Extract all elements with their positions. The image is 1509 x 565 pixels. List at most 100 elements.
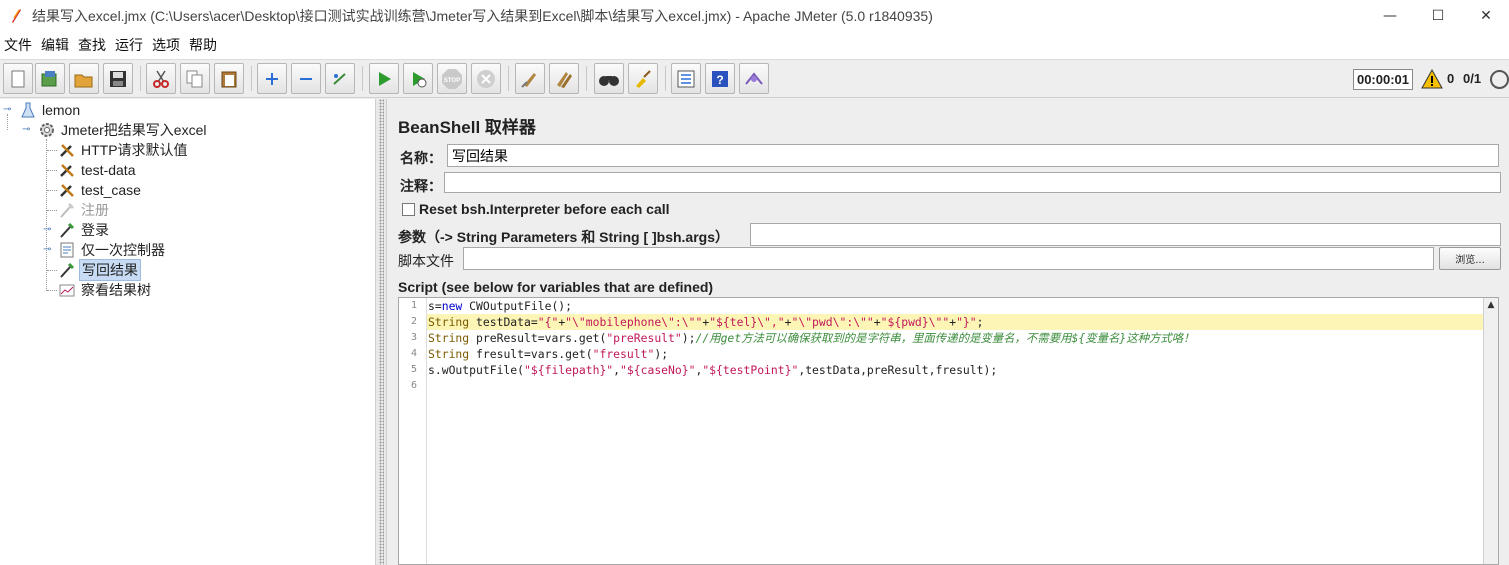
chart-icon [58, 281, 76, 299]
remote-status-icon [1490, 70, 1509, 89]
tree-node-label: 察看结果树 [81, 282, 151, 298]
minimize-button[interactable]: — [1367, 0, 1413, 31]
cut-icon[interactable] [146, 63, 176, 94]
collapse-toggle[interactable]: ⊸ [3, 105, 13, 115]
start-no-timers-icon[interactable] [403, 63, 433, 94]
script-label: Script (see below for variables that are… [398, 279, 714, 295]
wrench-icon [58, 161, 76, 179]
maximize-button[interactable]: ☐ [1415, 0, 1461, 31]
paste-icon[interactable] [214, 63, 244, 94]
wrench-icon [58, 181, 76, 199]
line-number: 3 [410, 332, 417, 343]
reset-interpreter-label: Reset bsh.Interpreter before each call [419, 201, 670, 217]
code-line: String fresult=vars.get("fresult"); [428, 347, 669, 361]
help-icon[interactable]: ? [705, 63, 735, 94]
line-number: 5 [410, 364, 417, 375]
templates-icon[interactable] [35, 63, 65, 94]
code-line: s=new CWOutputFile(); [428, 299, 573, 313]
svg-text:?: ? [716, 73, 723, 87]
toolbar: STOP ? 00:00:01 0 0/1 [0, 59, 1509, 98]
line-number: 4 [410, 348, 417, 359]
editor-scrollbar[interactable]: ▲ [1483, 298, 1498, 564]
tree-node-test-plan[interactable]: lemon [19, 100, 82, 120]
start-icon[interactable] [369, 63, 399, 94]
menu-edit[interactable]: 编辑 [37, 35, 74, 55]
tree-node-label: Jmeter把结果写入excel [61, 122, 207, 138]
script-editor[interactable]: 1 2 3 4 5 6 s=new CWOutputFile(); String… [398, 297, 1499, 565]
menu-options[interactable]: 选项 [148, 35, 185, 55]
tree-node-label: lemon [42, 102, 81, 118]
expand-toggle[interactable]: ⊸ [43, 245, 53, 255]
controller-icon [58, 241, 76, 259]
window-title: 结果写入excel.jmx (C:\Users\acer\Desktop\接口测… [32, 7, 933, 24]
panel-splitter[interactable] [375, 99, 387, 565]
save-icon[interactable] [103, 63, 133, 94]
comment-label: 注释： [400, 178, 442, 194]
clear-icon[interactable] [515, 63, 545, 94]
reset-interpreter-checkbox[interactable] [402, 203, 415, 216]
line-number-gutter: 1 2 3 4 5 6 [399, 298, 427, 564]
search-icon[interactable] [594, 63, 624, 94]
tree-node-view-results-tree[interactable]: 察看结果树 [58, 280, 153, 300]
elapsed-timer: 00:00:01 [1353, 69, 1413, 90]
name-label: 名称： [400, 150, 442, 166]
tree-node-label: test_case [81, 182, 141, 198]
tree-node-thread-group[interactable]: Jmeter把结果写入excel [38, 120, 208, 140]
tree-node-test-data[interactable]: test-data [58, 160, 137, 180]
script-file-input[interactable] [463, 247, 1434, 270]
page-title: BeanShell 取样器 [398, 118, 536, 137]
code-line-current: String testData="{"+"\"mobilephone\":\""… [427, 314, 1487, 330]
clear-all-icon[interactable] [549, 63, 579, 94]
menu-search[interactable]: 查找 [74, 35, 111, 55]
close-button[interactable]: ✕ [1463, 0, 1509, 31]
parameters-label: 参数（-> String Parameters 和 String [ ]bsh.… [398, 229, 730, 245]
reset-search-icon[interactable] [628, 63, 658, 94]
code-line: String preResult=vars.get("preResult");/… [428, 331, 1195, 345]
menu-help[interactable]: 帮助 [185, 35, 222, 55]
tree-node-once-only-controller[interactable]: 仅一次控制器 [58, 240, 167, 260]
scroll-up-icon[interactable]: ▲ [1486, 300, 1496, 310]
beanshell-sampler-panel: BeanShell 取样器 名称： 注释： Reset bsh.Interpre… [387, 99, 1509, 565]
remote-icon[interactable] [739, 63, 769, 94]
pipette-icon [58, 221, 76, 239]
expand-icon[interactable] [257, 63, 287, 94]
tree-node-register[interactable]: 注册 [58, 200, 111, 220]
pipette-icon [58, 201, 76, 219]
shutdown-icon[interactable] [471, 63, 501, 94]
browse-button[interactable]: 浏览... [1439, 247, 1501, 270]
new-icon[interactable] [3, 63, 33, 94]
script-file-label: 脚本文件 [398, 253, 454, 269]
tree-node-label: 仅一次控制器 [81, 242, 165, 258]
tree-node-test-case[interactable]: test_case [58, 180, 143, 200]
function-helper-icon[interactable] [671, 63, 701, 94]
collapse-icon[interactable] [291, 63, 321, 94]
test-plan-tree: ⊸ lemon ⊸ Jmeter把结果写入excel HTTP请求默认值 tes… [0, 99, 375, 565]
collapse-toggle[interactable]: ⊸ [22, 125, 32, 135]
tree-node-label: 写回结果 [79, 259, 141, 281]
parameters-input[interactable] [750, 223, 1501, 246]
active-threads: 0/1 [1463, 71, 1482, 86]
jmeter-feather-icon [8, 8, 24, 24]
warning-icon[interactable] [1421, 68, 1443, 89]
tree-node-login[interactable]: 登录 [58, 220, 111, 240]
gear-icon [38, 121, 56, 139]
name-input[interactable] [447, 144, 1499, 167]
toggle-icon[interactable] [325, 63, 355, 94]
tree-node-http-defaults[interactable]: HTTP请求默认值 [58, 140, 190, 160]
copy-icon[interactable] [180, 63, 210, 94]
tree-node-write-back-result[interactable]: 写回结果 [58, 259, 141, 281]
warning-count: 0 [1447, 71, 1455, 86]
menu-bar: 文件 编辑 查找 运行 选项 帮助 [0, 31, 1509, 59]
stop-icon[interactable]: STOP [437, 63, 467, 94]
open-icon[interactable] [69, 63, 99, 94]
line-number: 6 [410, 380, 417, 391]
menu-run[interactable]: 运行 [111, 35, 148, 55]
comment-input[interactable] [444, 172, 1501, 193]
tree-node-label: test-data [81, 162, 136, 178]
tree-node-label: HTTP请求默认值 [81, 142, 188, 158]
line-number: 1 [410, 300, 417, 311]
menu-file[interactable]: 文件 [0, 35, 37, 55]
expand-toggle[interactable]: ⊸ [43, 225, 53, 235]
tree-node-label: 登录 [81, 222, 109, 238]
